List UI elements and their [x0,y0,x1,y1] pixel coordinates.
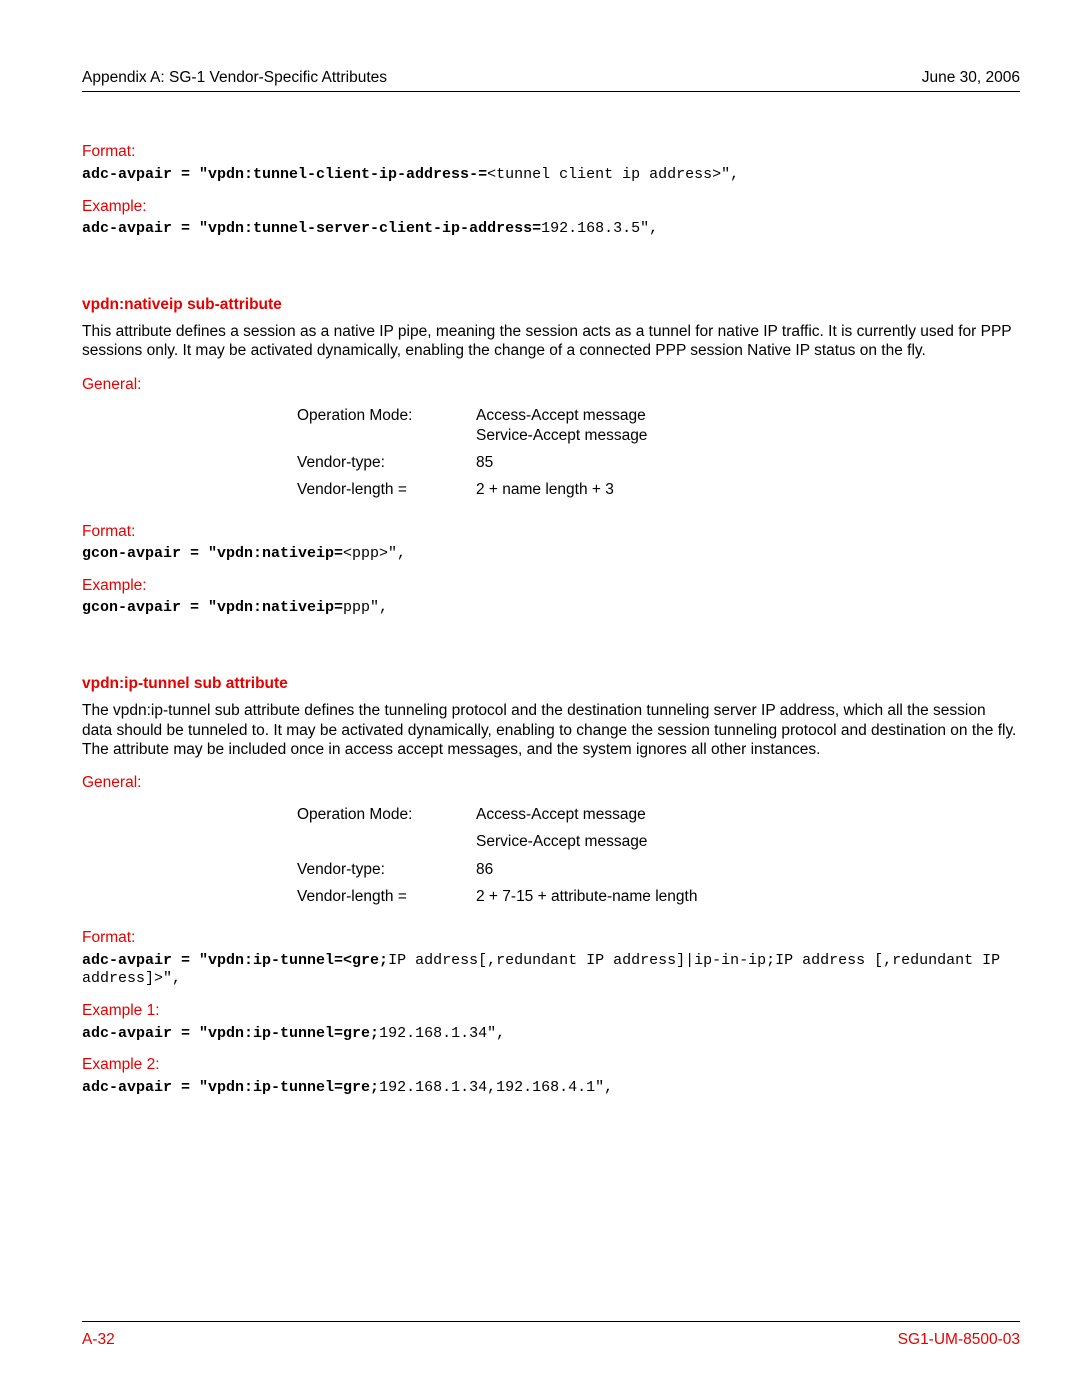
cell-label: Operation Mode: [297,801,476,828]
general-table-nativeip: Operation Mode: Access-Accept message Se… [297,402,661,504]
cell-label [297,828,476,855]
example1-label: Example 1: [82,1001,1020,1020]
cell-label: Vendor-type: [297,449,476,476]
table-row: Operation Mode: Access-Accept message [297,801,711,828]
section-heading-nativeip: vpdn:nativeip sub-attribute [82,295,1020,314]
table-row: Operation Mode: Access-Accept message Se… [297,402,661,449]
page-footer: A-32 SG1-UM-8500-03 [82,1321,1020,1349]
section-paragraph: The vpdn:ip-tunnel sub attribute defines… [82,701,1020,759]
format-code: gcon-avpair = "vpdn:nativeip=<ppp>", [82,545,1020,564]
cell-value: 2 + name length + 3 [476,476,661,503]
code-plain: <ppp>", [343,545,406,562]
page-header: Appendix A: SG-1 Vendor-Specific Attribu… [82,68,1020,92]
format-label: Format: [82,522,1020,541]
code-bold: adc-avpair = "vpdn:tunnel-server-client-… [82,220,541,237]
section-paragraph: This attribute defines a session as a na… [82,322,1020,361]
code-bold: adc-avpair = "vpdn:ip-tunnel=gre; [82,1025,379,1042]
code-plain: ppp", [343,599,388,616]
cell-label: Operation Mode: [297,402,476,449]
code-bold: adc-avpair = "vpdn:ip-tunnel=gre; [82,1079,379,1096]
table-row: Vendor-type: 85 [297,449,661,476]
example-code: adc-avpair = "vpdn:tunnel-server-client-… [82,220,1020,239]
cell-label: Vendor-type: [297,856,476,883]
cell-label: Vendor-length = [297,883,476,910]
header-left-text: Appendix A: SG-1 Vendor-Specific Attribu… [82,68,387,87]
format-label: Format: [82,928,1020,947]
cell-value: Access-Accept message [476,801,711,828]
code-plain: 192.168.3.5", [541,220,658,237]
format-label: Format: [82,142,1020,161]
general-table-ip-tunnel: Operation Mode: Access-Accept message Se… [297,801,711,911]
general-label: General: [82,773,1020,792]
footer-page-number: A-32 [82,1330,115,1349]
format-code: adc-avpair = "vpdn:tunnel-client-ip-addr… [82,166,1020,185]
example-code: gcon-avpair = "vpdn:nativeip=ppp", [82,599,1020,618]
cell-label: Vendor-length = [297,476,476,503]
general-label: General: [82,375,1020,394]
example2-label: Example 2: [82,1055,1020,1074]
cell-value: Service-Accept message [476,828,711,855]
format-code: adc-avpair = "vpdn:ip-tunnel=<gre;IP add… [82,952,1020,990]
cell-value: 85 [476,449,661,476]
code-bold: adc-avpair = "vpdn:ip-tunnel=<gre; [82,952,388,969]
table-row: Vendor-length = 2 + name length + 3 [297,476,661,503]
code-plain: 192.168.1.34,192.168.4.1", [379,1079,613,1096]
header-right-date: June 30, 2006 [922,68,1020,87]
cell-value: Access-Accept message Service-Accept mes… [476,402,661,449]
footer-doc-id: SG1-UM-8500-03 [898,1330,1020,1349]
example1-code: adc-avpair = "vpdn:ip-tunnel=gre;192.168… [82,1025,1020,1044]
code-plain: <tunnel client ip address>", [487,166,739,183]
page: Appendix A: SG-1 Vendor-Specific Attribu… [0,0,1080,1397]
code-plain: 192.168.1.34", [379,1025,505,1042]
example-label: Example: [82,197,1020,216]
cell-line: Access-Accept message [476,407,646,424]
code-bold: adc-avpair = "vpdn:tunnel-client-ip-addr… [82,166,487,183]
section-heading-ip-tunnel: vpdn:ip-tunnel sub attribute [82,674,1020,693]
cell-value: 2 + 7-15 + attribute-name length [476,883,711,910]
cell-value: 86 [476,856,711,883]
code-bold: gcon-avpair = "vpdn:nativeip= [82,599,343,616]
table-row: Service-Accept message [297,828,711,855]
cell-line: Service-Accept message [476,427,647,444]
example-label: Example: [82,576,1020,595]
table-row: Vendor-type: 86 [297,856,711,883]
table-row: Vendor-length = 2 + 7-15 + attribute-nam… [297,883,711,910]
code-bold: gcon-avpair = "vpdn:nativeip= [82,545,343,562]
example2-code: adc-avpair = "vpdn:ip-tunnel=gre;192.168… [82,1079,1020,1098]
